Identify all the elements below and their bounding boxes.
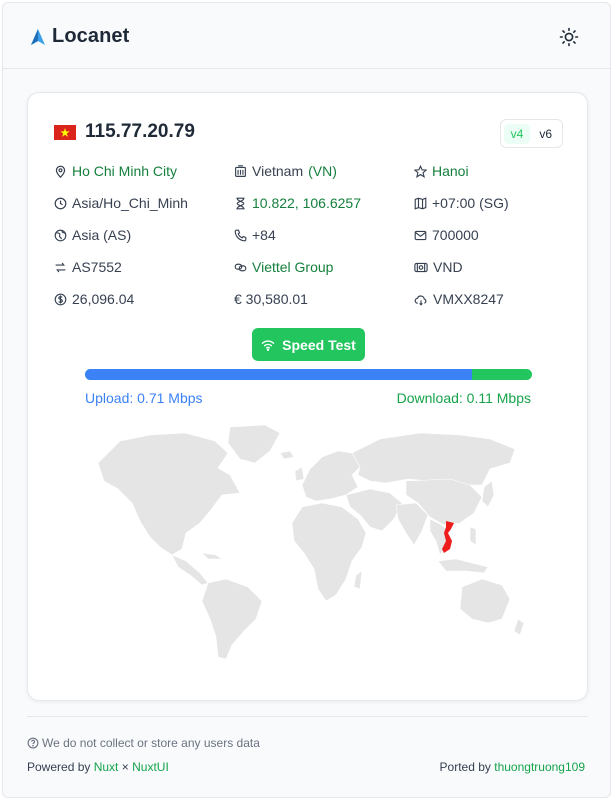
phone-icon xyxy=(234,229,247,241)
times-sign: × xyxy=(121,760,129,774)
eur-rate-item: € 30,580.01 xyxy=(234,291,308,307)
map-new-zealand xyxy=(513,618,525,636)
route-icon xyxy=(55,262,66,272)
v4-option[interactable]: v4 xyxy=(503,123,531,144)
asn-value: AS7552 xyxy=(72,259,122,275)
nuxt-link[interactable]: Nuxt xyxy=(94,760,119,774)
postal-code-value: 700000 xyxy=(432,227,479,243)
timezone-value: Asia/Ho_Chi_Minh xyxy=(72,195,188,211)
usd-rate-value: 26,096.04 xyxy=(72,291,135,307)
continent-value: Asia (AS) xyxy=(72,227,132,243)
org-value[interactable]: Viettel Group xyxy=(252,259,333,275)
ip-info-card: 115.77.20.79 v4 v6 Ho Chi Minh City Viet… xyxy=(27,92,588,701)
author-link[interactable]: thuongtruong109 xyxy=(494,760,585,774)
capital-value[interactable]: Hanoi xyxy=(432,163,469,179)
map-australia xyxy=(459,578,511,624)
download-speed: Download: 0.11 Mbps xyxy=(396,390,531,406)
map-icon xyxy=(414,196,427,210)
speed-bar xyxy=(85,369,532,380)
footer-divider xyxy=(27,716,588,717)
globe-icon xyxy=(54,229,67,241)
speed-test-label: Speed Test xyxy=(282,336,356,353)
postal-code-item: 700000 xyxy=(414,227,479,243)
utc-offset-item: +07:00 (SG) xyxy=(414,195,509,211)
utc-offset-value: +07:00 (SG) xyxy=(432,195,509,211)
ported-by: Ported by thuongtruong109 xyxy=(440,760,585,774)
privacy-text: We do not collect or store any users dat… xyxy=(42,736,260,750)
map-pin-icon xyxy=(55,165,66,178)
powered-prefix: Powered by xyxy=(27,760,91,774)
vn-flag-icon xyxy=(54,124,76,140)
app-title: Locanet xyxy=(52,25,130,47)
brand[interactable]: Locanet xyxy=(29,25,129,48)
coordinates-item: 10.822, 106.6257 xyxy=(234,195,361,211)
org-item: Viettel Group xyxy=(234,259,333,275)
map-greenland xyxy=(227,424,281,464)
hourglass-icon xyxy=(236,197,245,209)
usd-rate-item: 26,096.04 xyxy=(54,291,134,307)
app-window: Locanet 115.77.20.79 v4 v6 Ho Chi Minh C… xyxy=(2,2,611,798)
help-circle-icon xyxy=(27,737,39,749)
map-madagascar xyxy=(353,570,363,590)
country-code-value: (VN) xyxy=(308,163,337,179)
map-uk xyxy=(294,466,305,482)
eur-rate-value: € 30,580.01 xyxy=(234,291,308,307)
weather-code-value: VMXX8247 xyxy=(433,291,504,307)
link-icon xyxy=(234,263,247,271)
clock-icon xyxy=(54,197,67,209)
building-icon xyxy=(235,164,246,177)
wifi-icon xyxy=(261,339,275,351)
ip-row: 115.77.20.79 xyxy=(54,121,195,143)
dollar-circle-icon xyxy=(54,293,67,305)
map-philippines xyxy=(469,526,477,546)
world-map xyxy=(97,424,525,660)
city-item: Ho Chi Minh City xyxy=(54,163,177,179)
mail-icon xyxy=(414,230,427,240)
powered-by: Powered by Nuxt × NuxtUI xyxy=(27,760,169,774)
sun-icon xyxy=(559,27,579,47)
ip-version-toggle[interactable]: v4 v6 xyxy=(499,119,563,148)
map-japan xyxy=(481,480,495,508)
cloud-icon xyxy=(414,294,427,306)
map-central-america xyxy=(171,554,209,586)
map-iceland xyxy=(279,450,295,460)
asn-item: AS7552 xyxy=(54,259,122,275)
map-caribbean xyxy=(201,552,223,560)
nuxtui-link[interactable]: NuxtUI xyxy=(132,760,169,774)
upload-speed: Upload: 0.71 Mbps xyxy=(85,390,203,406)
capital-item: Hanoi xyxy=(414,163,469,179)
upload-bar-fill xyxy=(85,369,472,380)
map-south-america xyxy=(201,578,263,660)
header: Locanet xyxy=(3,3,610,69)
ported-prefix: Ported by xyxy=(439,760,491,774)
country-item: Vietnam (VN) xyxy=(234,163,337,179)
theme-toggle-button[interactable] xyxy=(558,26,580,48)
map-north-asia xyxy=(351,432,516,486)
currency-value: VND xyxy=(433,259,463,275)
speed-test-button[interactable]: Speed Test xyxy=(252,328,365,361)
timezone-item: Asia/Ho_Chi_Minh xyxy=(54,195,188,211)
country-value: Vietnam xyxy=(252,163,304,179)
weather-item: VMXX8247 xyxy=(414,291,504,307)
calling-code-value: +84 xyxy=(252,227,276,243)
banknote-icon xyxy=(414,262,428,272)
map-north-america xyxy=(97,432,241,556)
v6-option[interactable]: v6 xyxy=(532,124,559,144)
star-icon xyxy=(414,164,427,178)
privacy-note: We do not collect or store any users dat… xyxy=(27,736,260,750)
map-indonesia xyxy=(437,558,489,574)
coordinates-value[interactable]: 10.822, 106.6257 xyxy=(252,195,361,211)
continent-item: Asia (AS) xyxy=(54,227,131,243)
logo-icon xyxy=(31,28,45,45)
city-value[interactable]: Ho Chi Minh City xyxy=(72,163,177,179)
calling-code-item: +84 xyxy=(234,227,276,243)
currency-item: VND xyxy=(414,259,463,275)
ip-address: 115.77.20.79 xyxy=(85,121,195,142)
